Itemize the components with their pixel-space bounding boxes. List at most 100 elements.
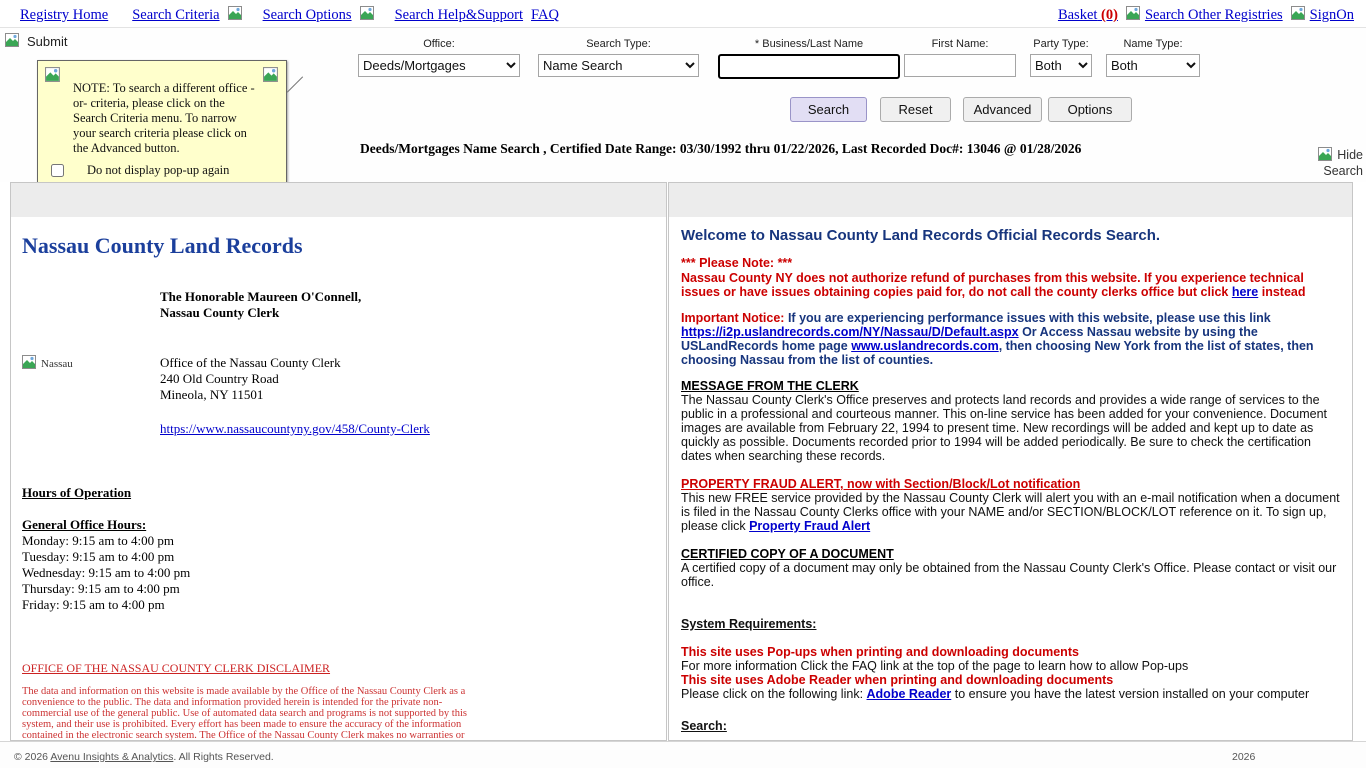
right-panel-header-strip [669, 183, 1352, 217]
message-from-clerk-section: MESSAGE FROM THE CLERK The Nassau County… [681, 379, 1340, 463]
copyright-prefix: © 2026 [14, 751, 50, 763]
disclaimer-text: The data and information on this website… [22, 686, 482, 741]
popups-info: For more information Click the FAQ link … [681, 659, 1340, 673]
copyright-suffix: . All Rights Reserved. [173, 751, 273, 763]
basket-link[interactable]: Basket (0) [1058, 7, 1118, 24]
party-type-label: Party Type: [1030, 38, 1092, 50]
hours-friday: Friday: 9:15 am to 4:00 pm [22, 597, 655, 613]
certified-copy-heading: CERTIFIED COPY OF A DOCUMENT [681, 547, 894, 561]
please-note-suffix: instead [1258, 285, 1305, 299]
business-last-name-label: * Business/Last Name [718, 38, 900, 50]
important-part1: If you are experiencing performance issu… [784, 311, 1270, 325]
advanced-button[interactable]: Advanced [963, 97, 1042, 122]
signon-link[interactable]: SignOn [1310, 7, 1354, 24]
office-label: Office: [358, 38, 520, 50]
broken-image-icon [45, 67, 61, 86]
important-notice-label: Important Notice: [681, 311, 784, 325]
office-select[interactable]: Deeds/Mortgages [358, 54, 520, 77]
adobe-info-prefix: Please click on the following link: [681, 687, 867, 701]
broken-image-icon [1291, 6, 1306, 25]
party-type-select[interactable]: Both [1030, 54, 1092, 77]
page-title: Nassau County Land Records [22, 233, 655, 259]
main-content: Nassau County Land Records The Honorable… [0, 182, 1366, 741]
please-note-text: Nassau County NY does not authorize refu… [681, 271, 1340, 299]
submit-alt-text: Submit [27, 34, 67, 49]
address-line3: Mineola, NY 11501 [160, 387, 341, 403]
i2p-link[interactable]: https://i2p.uslandrecords.com/NY/Nassau/… [681, 325, 1019, 339]
registry-home-link[interactable]: Registry Home [20, 7, 108, 24]
adobe-info: Please click on the following link: Adob… [681, 687, 1340, 701]
certified-copy-section: CERTIFIED COPY OF A DOCUMENT A certified… [681, 547, 1340, 589]
hide-search-toggle[interactable]: Hide Search [1311, 147, 1363, 178]
fraud-alert-section: PROPERTY FRAUD ALERT, now with Section/B… [681, 477, 1340, 533]
broken-image-icon [1318, 147, 1333, 164]
message-clerk-heading: MESSAGE FROM THE CLERK [681, 379, 859, 393]
hours-heading: Hours of Operation [22, 485, 655, 501]
search-options-link[interactable]: Search Options [263, 7, 352, 24]
nassau-alt-text: Nassau [41, 358, 73, 370]
property-fraud-alert-link[interactable]: Property Fraud Alert [749, 519, 870, 533]
search-criteria-link[interactable]: Search Criteria [132, 7, 219, 24]
search-section-heading: Search: [681, 719, 1340, 733]
name-type-label: Name Type: [1106, 38, 1200, 50]
first-name-input[interactable] [904, 54, 1016, 77]
other-registries-link[interactable]: Search Other Registries [1145, 7, 1283, 24]
footer: © 2026 Avenu Insights & Analytics. All R… [0, 741, 1366, 768]
popup-dismiss-label: Do not display pop-up again [87, 163, 229, 178]
hours-wednesday: Wednesday: 9:15 am to 4:00 pm [22, 565, 655, 581]
here-link[interactable]: here [1232, 285, 1258, 299]
please-note-body: Nassau County NY does not authorize refu… [681, 271, 1304, 299]
status-line: Deeds/Mortgages Name Search , Certified … [360, 141, 1081, 157]
clerk-name-line2: Nassau County Clerk [160, 305, 655, 321]
help-support-link[interactable]: Search Help&Support [395, 7, 523, 24]
options-button[interactable]: Options [1048, 97, 1132, 122]
hours-monday: Monday: 9:15 am to 4:00 pm [22, 533, 655, 549]
fraud-alert-heading: PROPERTY FRAUD ALERT, now with Section/B… [681, 477, 1080, 491]
business-last-name-input[interactable] [718, 54, 900, 79]
left-panel: Nassau County Land Records The Honorable… [10, 182, 667, 741]
message-clerk-text: The Nassau County Clerk's Office preserv… [681, 393, 1340, 463]
office-hours-heading: General Office Hours: [22, 517, 655, 533]
disclaimer-title: OFFICE OF THE NASSAU COUNTY CLERK DISCLA… [22, 661, 655, 676]
clerk-name-line1: The Honorable Maureen O'Connell, [160, 289, 655, 305]
address-line1: Office of the Nassau County Clerk [160, 355, 341, 371]
name-type-select[interactable]: Both [1106, 54, 1200, 77]
broken-image-icon [1126, 6, 1141, 25]
basket-label: Basket [1058, 7, 1097, 23]
adobe-reader-link[interactable]: Adobe Reader [867, 687, 952, 701]
broken-image-icon [228, 6, 243, 25]
clerk-address: Office of the Nassau County Clerk 240 Ol… [160, 355, 341, 403]
reset-button[interactable]: Reset [880, 97, 951, 122]
uslandrecords-link[interactable]: www.uslandrecords.com [851, 339, 999, 353]
right-panel: Welcome to Nassau County Land Records Of… [668, 182, 1353, 741]
submit-image-placeholder[interactable]: Submit [5, 33, 67, 50]
fraud-alert-text: This new FREE service provided by the Na… [681, 491, 1340, 533]
first-name-label: First Name: [904, 38, 1016, 50]
faq-link[interactable]: FAQ [531, 7, 559, 24]
welcome-heading: Welcome to Nassau County Land Records Of… [681, 229, 1340, 243]
copyright: © 2026 Avenu Insights & Analytics. All R… [14, 751, 274, 763]
popups-notice: This site uses Pop-ups when printing and… [681, 645, 1340, 659]
basket-count: (0) [1101, 7, 1118, 23]
popup-dismiss-checkbox[interactable] [51, 164, 64, 177]
top-nav: Registry Home Search Criteria Search Opt… [0, 0, 1366, 28]
popup-note-text: NOTE: To search a different office -or- … [73, 81, 258, 156]
site-notices: This site uses Pop-ups when printing and… [681, 645, 1340, 701]
broken-image-icon [263, 67, 279, 86]
footer-year: 2026 [1232, 751, 1255, 763]
left-panel-header-strip [11, 183, 666, 217]
system-requirements-heading: System Requirements: [681, 617, 816, 631]
search-type-label: Search Type: [538, 38, 699, 50]
please-note-title: *** Please Note: *** [681, 256, 1340, 270]
popup-note: NOTE: To search a different office -or- … [37, 60, 287, 190]
adobe-info-suffix: to ensure you have the latest version in… [951, 687, 1309, 701]
search-type-select[interactable]: Name Search [538, 54, 699, 77]
county-clerk-link[interactable]: https://www.nassaucountyny.gov/458/Count… [160, 421, 430, 436]
broken-image-icon [22, 355, 37, 372]
avenu-link[interactable]: Avenu Insights & Analytics [50, 751, 173, 763]
hours-tuesday: Tuesday: 9:15 am to 4:00 pm [22, 549, 655, 565]
certified-copy-text: A certified copy of a document may only … [681, 561, 1340, 589]
broken-image-icon [360, 6, 375, 25]
nassau-image-placeholder: Nassau [22, 355, 160, 403]
search-button[interactable]: Search [790, 97, 867, 122]
